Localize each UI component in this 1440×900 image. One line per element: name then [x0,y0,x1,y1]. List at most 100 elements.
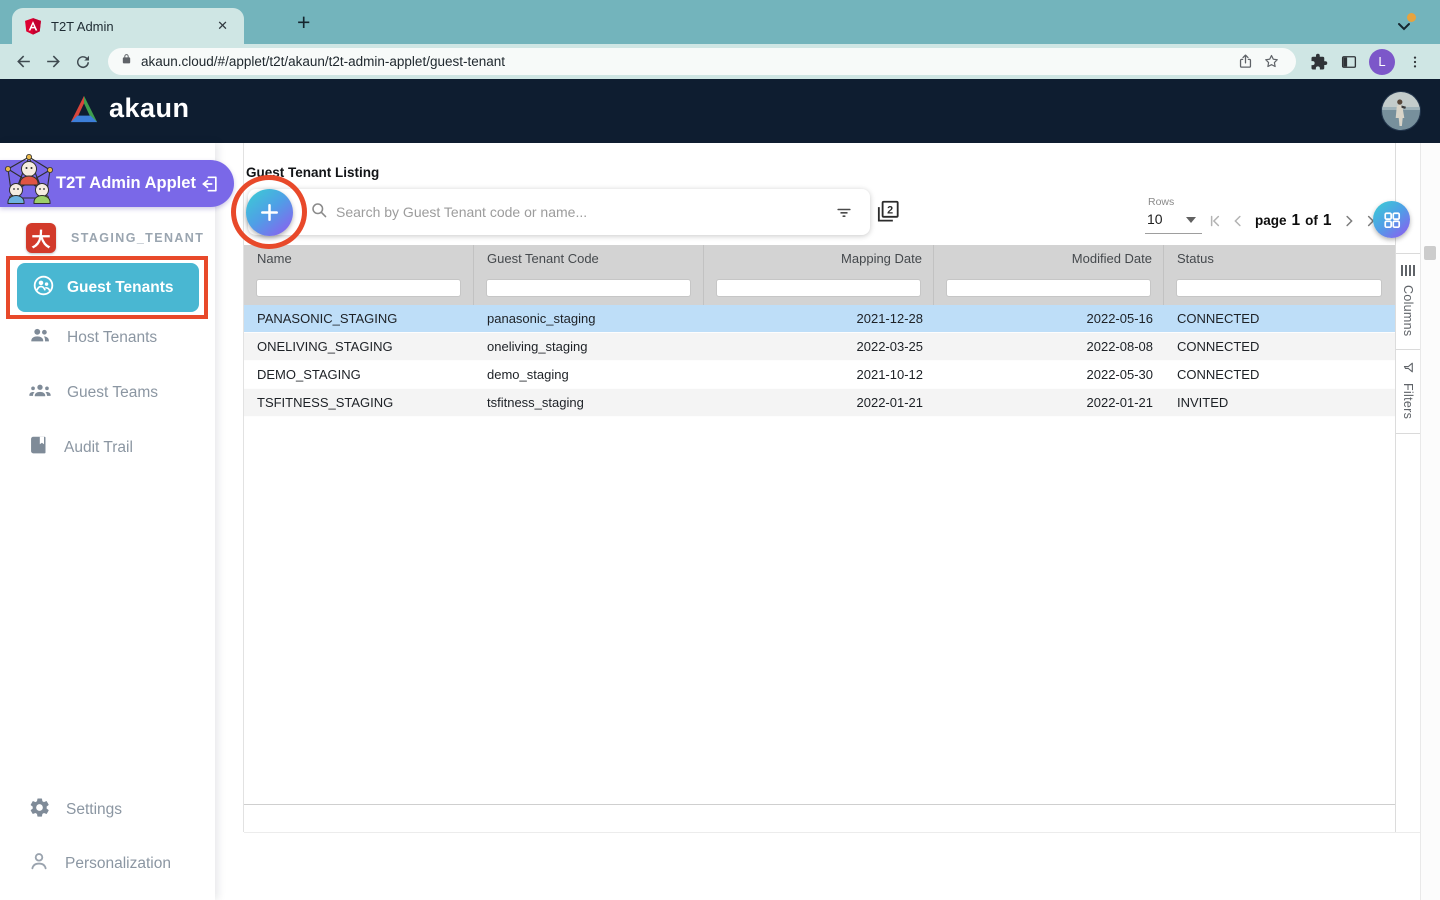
pagination: page 1 of 1 [1206,212,1381,230]
page-title: Guest Tenant Listing [246,165,379,180]
search-input[interactable] [336,204,834,220]
side-panel-icon[interactable] [1334,48,1364,76]
new-tab-icon[interactable]: + [297,9,310,35]
cell-name: ONELIVING_STAGING [244,339,474,354]
column-header-guest_tenant_code[interactable]: Guest Tenant Code [474,245,704,271]
cell-mapping_date: 2022-01-21 [704,395,934,410]
user-avatar-photo[interactable] [1381,91,1421,131]
browser-profile-avatar[interactable]: L [1369,49,1395,75]
sidebar-item-guest-teams[interactable]: Guest Teams [28,379,158,406]
cell-modified_date: 2022-08-08 [934,339,1164,354]
column-header-modified_date[interactable]: Modified Date [934,245,1164,271]
address-bar[interactable]: akaun.cloud/#/applet/t2t/akaun/t2t-admin… [108,48,1296,75]
sidebar-item-label: Guest Teams [67,384,158,402]
pagination-total-pages: 1 [1323,212,1332,230]
cell-status: CONNECTED [1164,311,1394,326]
sidebar-item-personalization[interactable]: Personalization [28,850,171,877]
tab-close-icon[interactable]: ✕ [213,16,232,36]
previous-page-icon[interactable] [1229,212,1247,230]
share-icon[interactable] [1232,50,1258,74]
sidebar-item-label: Host Tenants [67,329,157,347]
grid-view-button[interactable] [1373,201,1410,238]
sidebar: T2T Admin Applet [0,143,215,900]
guest-tenant-table: NameGuest Tenant CodeMapping DateModifie… [244,245,1395,417]
column-filter-cell [244,271,474,305]
column-filter-cell [934,271,1164,305]
cell-mapping_date: 2021-12-28 [704,311,934,326]
svg-text:2: 2 [887,204,893,216]
search-bar [248,189,870,235]
column-filter-cell [704,271,934,305]
sidebar-item-audit-trail[interactable]: Audit Trail [28,434,133,461]
cell-status: INVITED [1164,395,1394,410]
column-filter-cell [474,271,704,305]
cell-mapping_date: 2022-03-25 [704,339,934,354]
rows-select-underline [1145,233,1202,234]
filter-2-layers-icon[interactable]: 2 [874,198,902,231]
cell-guest_tenant_code: demo_staging [474,367,704,382]
guest-tenants-icon [32,274,55,302]
akaun-logo[interactable]: akaun [68,93,190,124]
table-filter-row [244,271,1395,305]
tab-label: Filters [1401,383,1415,419]
rows-per-page-select[interactable]: 10 [1147,211,1163,227]
column-filter-cell [1164,271,1394,305]
pagination-word-of: of [1305,213,1318,228]
extensions-puzzle-icon[interactable] [1304,48,1334,76]
rows-per-page-label: Rows [1148,196,1174,208]
lock-icon [120,52,133,71]
sidebar-item-guest-tenants[interactable]: Guest Tenants [17,263,199,312]
add-guest-tenant-button[interactable] [246,189,293,236]
filter-list-icon[interactable] [834,202,854,222]
first-page-icon[interactable] [1206,212,1224,230]
table-row[interactable]: PANASONIC_STAGINGpanasonic_staging2021-1… [244,305,1395,333]
table-row[interactable]: ONELIVING_STAGINGoneliving_staging2022-0… [244,333,1395,361]
back-icon[interactable] [8,48,38,76]
browser-menu-icon[interactable] [1400,48,1430,76]
browser-tab[interactable]: T2T Admin ✕ [12,8,244,44]
pagination-current-page: 1 [1292,212,1301,230]
search-icon [310,201,328,224]
sidebar-item-settings[interactable]: Settings [28,796,122,824]
column-filter-input-mapping_date[interactable] [716,279,921,297]
column-filter-input-modified_date[interactable] [946,279,1151,297]
cell-name: TSFITNESS_STAGING [244,395,474,410]
chevron-down-icon[interactable] [1186,217,1196,223]
exit-applet-icon[interactable] [199,174,221,194]
forward-icon[interactable] [38,48,68,76]
sidebar-item-label: Guest Tenants [67,279,174,297]
page-scrollbar-thumb[interactable] [1424,246,1436,260]
next-page-icon[interactable] [1340,212,1358,230]
tenant-logo-icon: 大 [26,223,56,253]
bookmark-star-icon[interactable] [1258,50,1284,74]
tab-search-chevron-icon[interactable] [1397,19,1411,37]
logo-text: akaun [109,93,190,124]
column-filter-input-guest_tenant_code[interactable] [486,279,691,297]
reload-icon[interactable] [68,48,98,76]
cell-guest_tenant_code: panasonic_staging [474,311,704,326]
guest-teams-icon [28,379,52,406]
tab-filters[interactable]: Filters [1396,350,1420,433]
sidebar-item-host-tenants[interactable]: Host Tenants [28,324,157,351]
table-row[interactable]: DEMO_STAGINGdemo_staging2021-10-122022-0… [244,361,1395,389]
table-row[interactable]: TSFITNESS_STAGINGtsfitness_staging2022-0… [244,389,1395,417]
tab-columns[interactable]: Columns [1396,254,1420,350]
column-filter-input-status[interactable] [1176,279,1382,297]
host-tenants-icon [28,324,52,351]
column-header-mapping_date[interactable]: Mapping Date [704,245,934,271]
column-header-name[interactable]: Name [244,245,474,271]
cell-mapping_date: 2021-10-12 [704,367,934,382]
angular-favicon [24,17,42,35]
cell-modified_date: 2022-01-21 [934,395,1164,410]
column-header-status[interactable]: Status [1164,245,1394,271]
applet-title: T2T Admin Applet [56,174,196,193]
tab-title: T2T Admin [51,19,213,34]
plus-icon [257,200,282,225]
cell-guest_tenant_code: tsfitness_staging [474,395,704,410]
tenant-selector[interactable]: 大 STAGING_TENANT [26,223,204,253]
table-body: PANASONIC_STAGINGpanasonic_staging2021-1… [244,305,1395,417]
gear-icon [28,796,51,824]
content-bottom-border [244,832,1420,833]
app-header: akaun [0,79,1440,143]
column-filter-input-name[interactable] [256,279,461,297]
